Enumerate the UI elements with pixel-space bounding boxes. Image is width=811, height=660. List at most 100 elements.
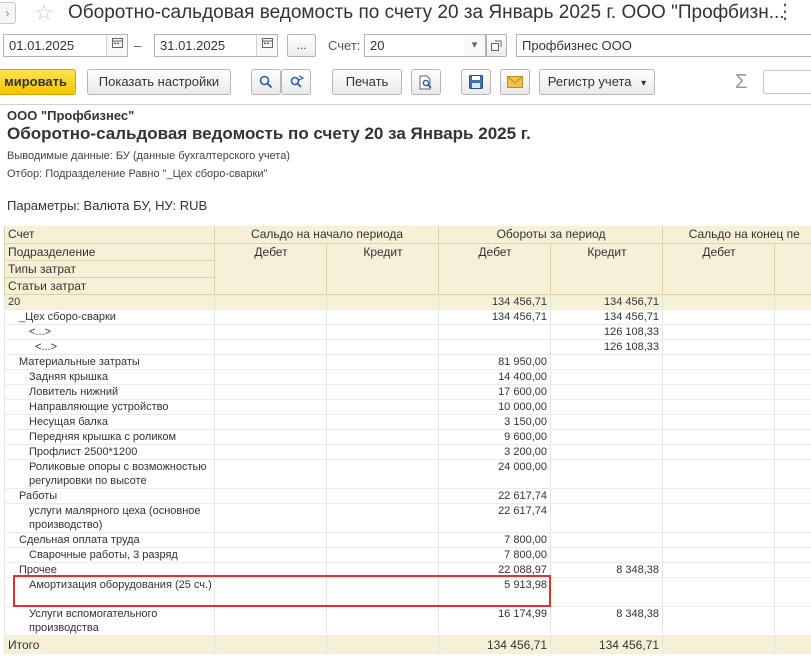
- table-row[interactable]: Сварочные работы, 3 разряд 7 800,00: [4, 547, 811, 563]
- more-actions-icon[interactable]: ⋮: [775, 2, 796, 22]
- forward-button[interactable]: ›: [0, 2, 16, 24]
- header-cost-types: Типы затрат: [4, 260, 215, 278]
- row-turnover-debit: 22 617,74: [438, 488, 551, 504]
- date-to-value: 31.01.2025: [160, 38, 226, 53]
- sigma-icon: Σ: [735, 71, 748, 93]
- row-name: Прочее: [4, 562, 215, 578]
- report-area[interactable]: ООО "Профбизнес" Оборотно-сальдовая ведо…: [0, 104, 811, 660]
- report-table: Счет Сальдо на начало периода Обороты за…: [4, 226, 811, 654]
- row-turnover-credit: [549, 459, 663, 489]
- header-closing-balance: Сальдо на конец пе: [662, 226, 811, 244]
- row-name: Передняя крышка с роликом: [4, 429, 215, 445]
- row-turnover-debit: 81 950,00: [438, 354, 551, 370]
- header-opening-credit: Кредит: [326, 243, 439, 295]
- table-row[interactable]: Задняя крышка 14 400,00: [4, 369, 811, 385]
- row-turnover-debit: [438, 339, 551, 355]
- row-turnover-credit: [549, 399, 663, 415]
- account-label: Счет:: [328, 38, 361, 53]
- row-name: <...>: [4, 339, 215, 355]
- row-turnover-debit: 134 456,71: [438, 309, 551, 325]
- row-name: Роликовые опоры с возможностью регулиров…: [4, 459, 215, 489]
- row-name: _Цех сборо-сварки: [4, 309, 215, 325]
- date-to-field[interactable]: 31.01.2025: [154, 34, 278, 57]
- row-name: Амортизация оборудования (25 сч.): [4, 577, 215, 607]
- table-row[interactable]: Амортизация оборудования (25 сч.) 5 913,…: [4, 577, 811, 607]
- favorite-star-icon[interactable]: ☆: [34, 0, 54, 26]
- dropdown-arrow-icon[interactable]: ▾: [464, 35, 485, 56]
- header-turnover-debit: Дебет: [438, 243, 551, 295]
- table-row[interactable]: Передняя крышка с роликом 9 600,00: [4, 429, 811, 445]
- total-row[interactable]: Итого 134 456,71 134 456,71: [4, 635, 811, 654]
- date-from-value: 01.01.2025: [9, 38, 75, 53]
- account-select[interactable]: 20 ▾: [364, 34, 486, 57]
- header-opening-balance: Сальдо на начало периода: [214, 226, 439, 244]
- row-name: 20: [4, 294, 215, 310]
- table-row[interactable]: Направляющие устройство 10 000,00: [4, 399, 811, 415]
- row-turnover-debit: 22 088,97: [438, 562, 551, 578]
- row-name: Профлист 2500*1200: [4, 444, 215, 460]
- header-closing-debit: Дебет: [662, 243, 775, 295]
- row-turnover-debit: 7 800,00: [438, 547, 551, 563]
- row-turnover-credit: [549, 488, 663, 504]
- table-row[interactable]: <...> 126 108,33: [4, 324, 811, 340]
- row-turnover-debit: 24 000,00: [438, 459, 551, 489]
- row-turnover-credit: [549, 384, 663, 400]
- save-icon[interactable]: [461, 69, 491, 95]
- table-row[interactable]: Несущая балка 3 150,00: [4, 414, 811, 430]
- table-row[interactable]: Материальные затраты 81 950,00: [4, 354, 811, 370]
- print-preview-icon[interactable]: [411, 69, 441, 95]
- table-row[interactable]: Услуги вспомогательного производства 16 …: [4, 606, 811, 636]
- total-label: Итого: [4, 635, 215, 654]
- generate-button[interactable]: мировать: [0, 69, 76, 95]
- calendar-icon[interactable]: [256, 35, 277, 56]
- row-turnover-credit: [549, 532, 663, 548]
- row-name: Сварочные работы, 3 разряд: [4, 547, 215, 563]
- organization-field[interactable]: Профбизнес ООО: [516, 34, 811, 57]
- sum-field: [763, 70, 811, 94]
- header-turnover-credit: Кредит: [549, 243, 663, 295]
- header-opening-debit: Дебет: [214, 243, 327, 295]
- command-bar: мировать Показать настройки Печать Регис…: [0, 69, 811, 97]
- open-account-icon[interactable]: [486, 34, 507, 57]
- table-row[interactable]: услуги малярного цеха (основное производ…: [4, 503, 811, 533]
- date-from-field[interactable]: 01.01.2025: [3, 34, 128, 57]
- table-row[interactable]: Профлист 2500*1200 3 200,00: [4, 444, 811, 460]
- table-row[interactable]: _Цех сборо-сварки 134 456,71 134 456,71: [4, 309, 811, 325]
- row-turnover-credit: [549, 369, 663, 385]
- report-title: Оборотно-сальдовая ведомость по счету 20…: [7, 124, 531, 143]
- row-turnover-debit: 22 617,74: [438, 503, 551, 533]
- table-row[interactable]: Сдельная оплата труда 7 800,00: [4, 532, 811, 548]
- row-turnover-credit: 126 108,33: [549, 324, 663, 340]
- table-row[interactable]: <...> 126 108,33: [4, 339, 811, 355]
- header-cost-items: Статьи затрат: [4, 277, 215, 295]
- row-name: Несущая балка: [4, 414, 215, 430]
- row-name: услуги малярного цеха (основное производ…: [4, 503, 215, 533]
- table-row[interactable]: Ловитель нижний 17 600,00: [4, 384, 811, 400]
- header-account: Счет: [4, 226, 215, 244]
- search-icon[interactable]: [251, 69, 281, 95]
- table-row[interactable]: Работы 22 617,74: [4, 488, 811, 504]
- row-turnover-credit: [549, 547, 663, 563]
- select-period-button[interactable]: ...: [287, 34, 316, 57]
- total-turnover-credit: 134 456,71: [549, 635, 663, 654]
- calendar-icon[interactable]: [106, 35, 127, 56]
- mail-icon[interactable]: [500, 69, 530, 95]
- row-name: Материальные затраты: [4, 354, 215, 370]
- table-row[interactable]: Роликовые опоры с возможностью регулиров…: [4, 459, 811, 489]
- row-turnover-credit: 134 456,71: [549, 309, 663, 325]
- search-next-icon[interactable]: [281, 69, 311, 95]
- table-row[interactable]: 20 134 456,71 134 456,71: [4, 294, 811, 310]
- row-turnover-debit: 9 600,00: [438, 429, 551, 445]
- register-dropdown[interactable]: Регистр учета ▾: [539, 69, 655, 95]
- row-turnover-credit: [549, 354, 663, 370]
- print-button[interactable]: Печать: [332, 69, 402, 95]
- row-turnover-debit: [438, 324, 551, 340]
- report-parameters: Параметры: Валюта БУ, НУ: RUB: [7, 198, 208, 213]
- total-turnover-debit: 134 456,71: [438, 635, 551, 654]
- table-row[interactable]: Прочее 22 088,97 8 348,38: [4, 562, 811, 578]
- row-turnover-debit: 3 150,00: [438, 414, 551, 430]
- row-name: Направляющие устройство: [4, 399, 215, 415]
- show-settings-button[interactable]: Показать настройки: [87, 69, 231, 95]
- report-output-data: Выводимые данные: БУ (данные бухгалтерск…: [7, 150, 290, 162]
- row-turnover-debit: 5 913,98: [438, 577, 551, 607]
